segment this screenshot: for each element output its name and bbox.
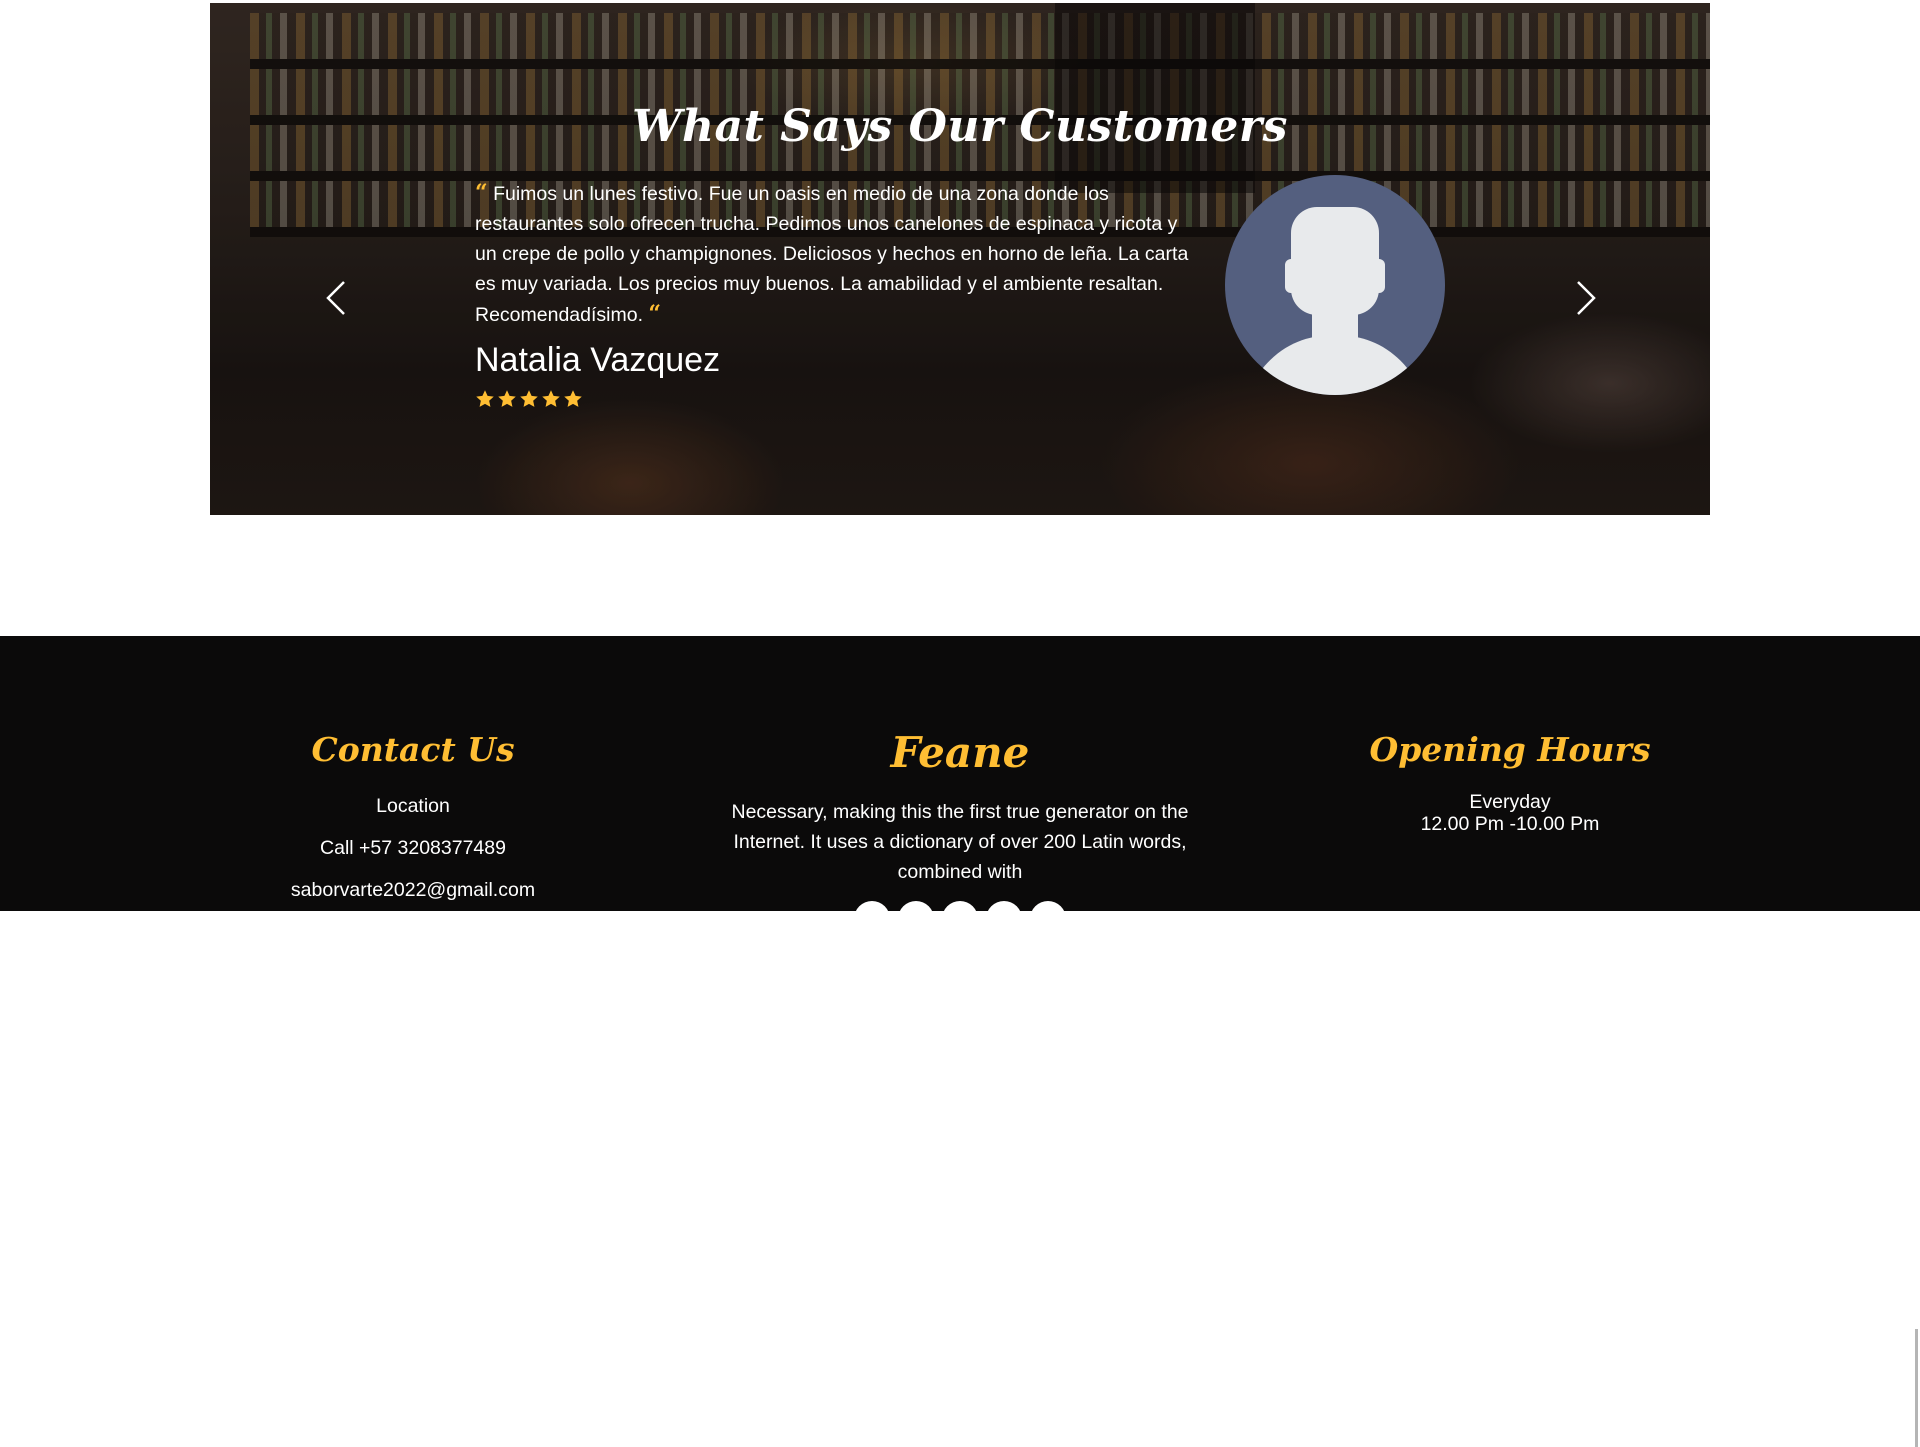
carousel-next-button[interactable] xyxy=(1568,278,1604,318)
testimonial-section: What Says Our Customers “ Fuimos un lune… xyxy=(210,3,1710,515)
footer-hours: Opening Hours Everyday 12.00 Pm -10.00 P… xyxy=(1310,730,1710,835)
footer-contact: Contact Us Location Call +57 3208377489 … xyxy=(213,730,613,917)
star-icon xyxy=(564,390,582,407)
star-rating xyxy=(475,389,583,409)
star-icon xyxy=(542,390,560,407)
social-pinterest-icon[interactable] xyxy=(1030,901,1066,937)
contact-list: Location Call +57 3208377489 saborvarte2… xyxy=(213,791,613,917)
star-icon xyxy=(476,390,494,407)
social-twitter-icon[interactable] xyxy=(898,901,934,937)
quote-open-icon: “ xyxy=(475,180,488,206)
social-links xyxy=(710,901,1210,937)
about-text: Necessary, making this the first true ge… xyxy=(731,801,1189,883)
footer-about: Feane Necessary, making this the first t… xyxy=(710,728,1210,937)
hours-info: Everyday 12.00 Pm -10.00 Pm xyxy=(1310,791,1710,835)
hours-time: 12.00 Pm -10.00 Pm xyxy=(1420,813,1600,835)
star-icon xyxy=(498,390,516,407)
social-instagram-icon[interactable] xyxy=(986,901,1022,937)
user-silhouette-icon xyxy=(1259,207,1411,395)
avatar xyxy=(1225,175,1445,395)
brand-logo-text[interactable]: Feane xyxy=(710,728,1210,777)
contact-phone-link[interactable]: Call +57 3208377489 xyxy=(213,833,613,875)
carousel-prev-button[interactable] xyxy=(318,278,354,318)
hours-days: Everyday xyxy=(1469,791,1551,813)
reviewer-name: Natalia Vazquez xyxy=(475,341,721,379)
testimonial-quote: “ Fuimos un lunes festivo. Fue un oasis … xyxy=(475,178,1190,330)
footer: Contact Us Location Call +57 3208377489 … xyxy=(0,636,1920,1447)
chevron-left-icon xyxy=(326,281,345,315)
section-title: What Says Our Customers xyxy=(632,101,1288,152)
contact-location-link[interactable]: Location xyxy=(213,791,613,833)
quote-close-icon: “ xyxy=(648,301,662,327)
social-linkedin-icon[interactable] xyxy=(942,901,978,937)
chevron-right-icon xyxy=(1577,281,1596,315)
scrollbar-thumb[interactable] xyxy=(1915,1329,1918,1447)
hours-heading: Opening Hours xyxy=(1369,730,1651,769)
quote-body: Fuimos un lunes festivo. Fue un oasis en… xyxy=(475,183,1189,326)
social-facebook-icon[interactable] xyxy=(854,901,890,937)
contact-heading: Contact Us xyxy=(311,730,515,769)
star-icon xyxy=(520,390,538,407)
